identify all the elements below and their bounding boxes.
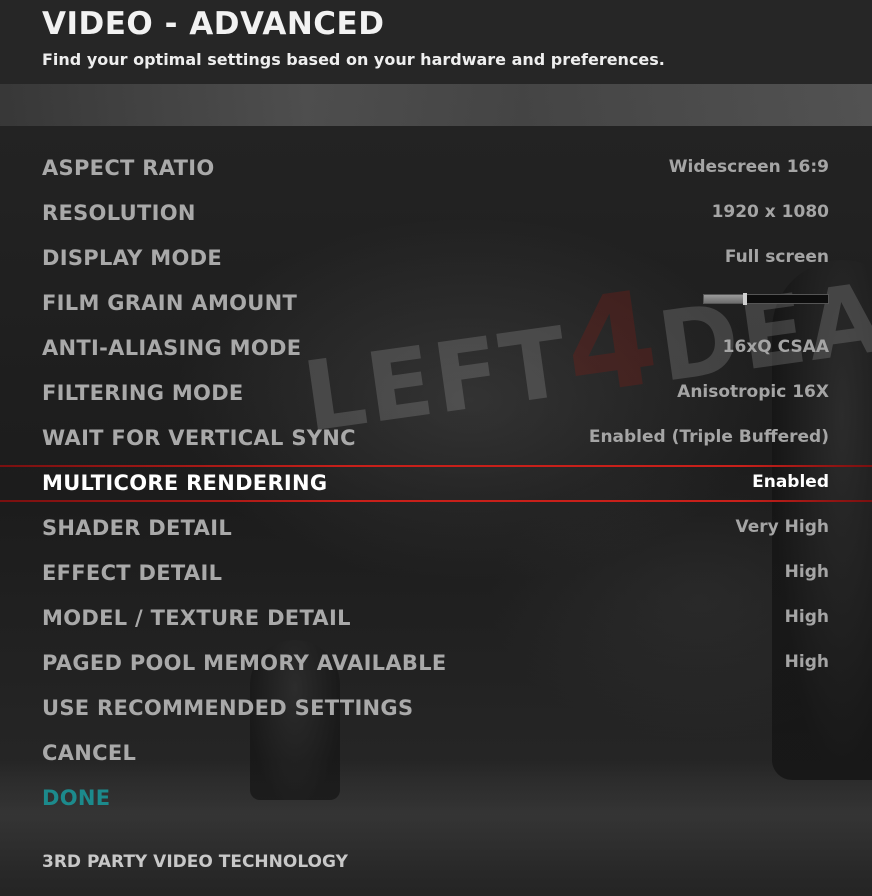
setting-value[interactable]: High [785,562,829,582]
use-recommended-button[interactable]: USE RECOMMENDED SETTINGS [0,686,872,731]
setting-value[interactable]: 1920 x 1080 [712,202,829,222]
setting-value[interactable]: Anisotropic 16X [677,382,829,402]
setting-vertical-sync[interactable]: WAIT FOR VERTICAL SYNC Enabled (Triple B… [0,416,872,461]
done-button[interactable]: DONE [0,776,872,821]
setting-value[interactable]: Very High [736,517,829,537]
setting-label: EFFECT DETAIL [42,561,223,585]
setting-value[interactable]: Enabled (Triple Buffered) [589,427,829,447]
setting-aspect-ratio[interactable]: ASPECT RATIO Widescreen 16:9 [0,146,872,191]
setting-label: ASPECT RATIO [42,156,215,180]
header: VIDEO - ADVANCED Find your optimal setti… [0,0,872,84]
setting-film-grain-amount[interactable]: FILM GRAIN AMOUNT [0,281,872,326]
setting-value[interactable]: Widescreen 16:9 [669,157,829,177]
action-list: USE RECOMMENDED SETTINGS CANCEL DONE [0,686,872,821]
setting-anti-aliasing-mode[interactable]: ANTI-ALIASING MODE 16xQ CSAA [0,326,872,371]
setting-label: MULTICORE RENDERING [42,471,328,495]
film-grain-slider-fill [704,295,745,303]
cancel-label: CANCEL [42,741,137,765]
use-recommended-label: USE RECOMMENDED SETTINGS [42,696,414,720]
setting-effect-detail[interactable]: EFFECT DETAIL High [0,551,872,596]
setting-paged-pool-memory[interactable]: PAGED POOL MEMORY AVAILABLE High [0,641,872,686]
setting-shader-detail[interactable]: SHADER DETAIL Very High [0,506,872,551]
setting-value[interactable]: Full screen [725,247,829,267]
third-party-video-link[interactable]: 3RD PARTY VIDEO TECHNOLOGY [42,852,348,872]
setting-label: SHADER DETAIL [42,516,233,540]
header-band [0,84,872,126]
page-subtitle: Find your optimal settings based on your… [42,50,665,69]
setting-value[interactable]: High [785,652,829,672]
setting-label: ANTI-ALIASING MODE [42,336,302,360]
setting-label: FILTERING MODE [42,381,244,405]
film-grain-slider-thumb[interactable] [742,293,747,305]
video-advanced-screen: LEFT4DEA VIDEO - ADVANCED Find your opti… [0,0,872,896]
setting-label: WAIT FOR VERTICAL SYNC [42,426,356,450]
setting-label: MODEL / TEXTURE DETAIL [42,606,351,630]
page-title: VIDEO - ADVANCED [42,6,385,42]
setting-label: DISPLAY MODE [42,246,223,270]
setting-label: RESOLUTION [42,201,196,225]
setting-display-mode[interactable]: DISPLAY MODE Full screen [0,236,872,281]
setting-resolution[interactable]: RESOLUTION 1920 x 1080 [0,191,872,236]
setting-multicore-rendering[interactable]: MULTICORE RENDERING Enabled [0,461,872,506]
cancel-button[interactable]: CANCEL [0,731,872,776]
done-label: DONE [42,786,111,810]
setting-label: FILM GRAIN AMOUNT [42,291,298,315]
setting-value[interactable]: 16xQ CSAA [723,337,829,357]
settings-list: ASPECT RATIO Widescreen 16:9 RESOLUTION … [0,146,872,686]
setting-model-texture-detail[interactable]: MODEL / TEXTURE DETAIL High [0,596,872,641]
film-grain-slider[interactable] [703,293,829,305]
setting-label: PAGED POOL MEMORY AVAILABLE [42,651,447,675]
setting-value[interactable]: Enabled [752,472,829,492]
setting-filtering-mode[interactable]: FILTERING MODE Anisotropic 16X [0,371,872,416]
setting-value[interactable]: High [785,607,829,627]
